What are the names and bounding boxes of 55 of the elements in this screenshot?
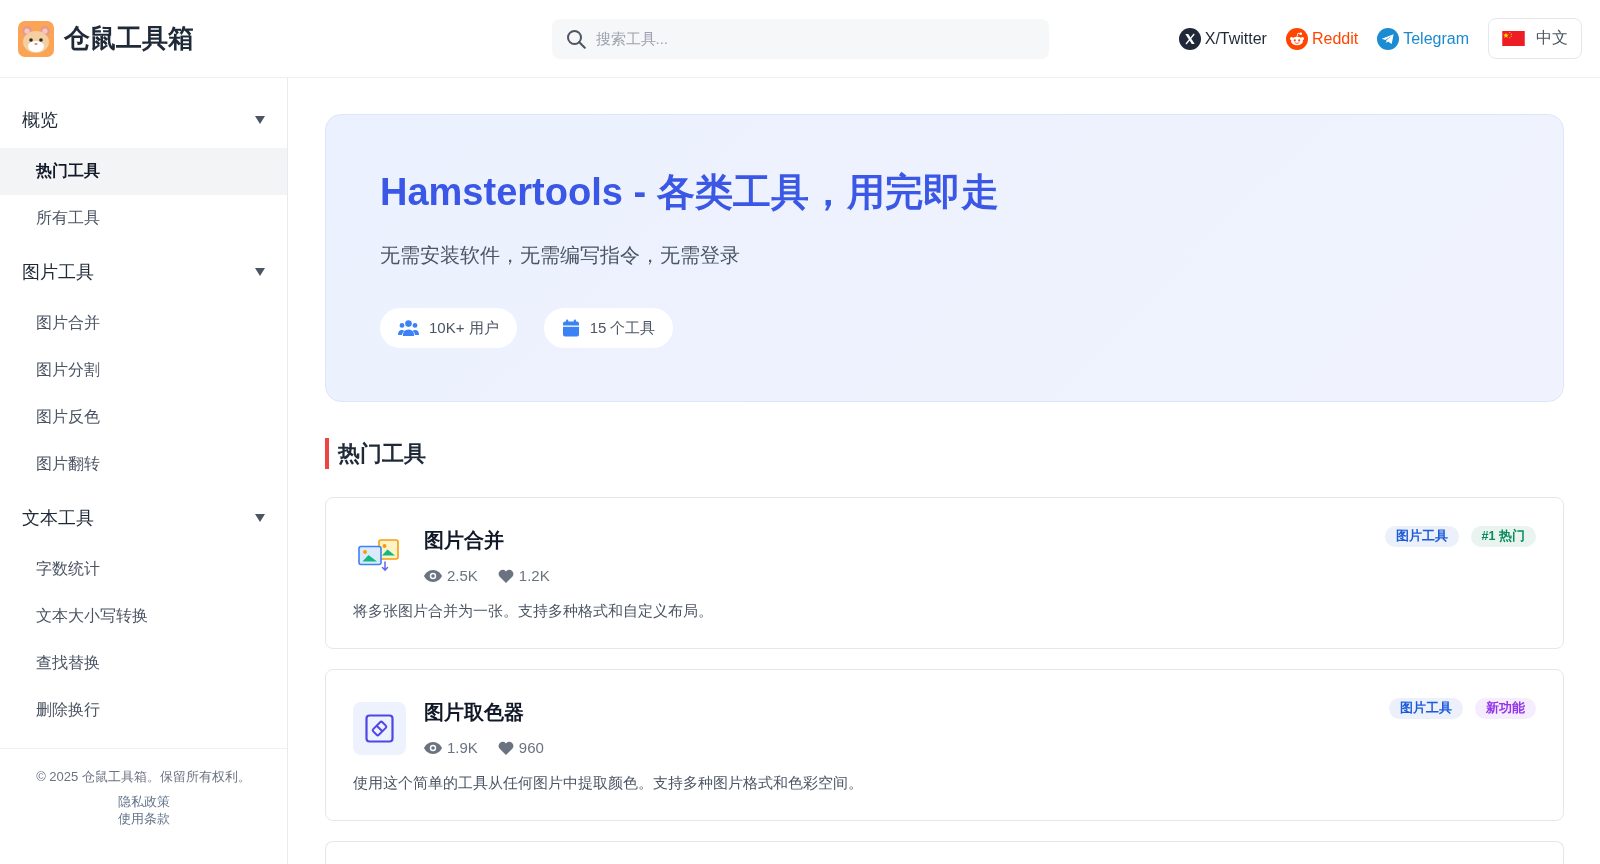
copyright-text: © 2025 仓鼠工具箱。保留所有权利。 [36, 768, 251, 786]
heart-icon [497, 741, 514, 755]
diamond-in-square-icon [353, 701, 406, 755]
sidebar-group-header[interactable]: 图片工具 [0, 248, 287, 296]
stat-label: 15 个工具 [589, 318, 656, 338]
sidebar-item[interactable]: 文本大小写转换 [0, 593, 287, 640]
search-icon [565, 28, 586, 49]
tool-title: 图片合并 [424, 528, 504, 553]
search-field[interactable]: 搜索工具... [551, 18, 1049, 59]
tool-card[interactable] [325, 841, 1564, 864]
site-title: 仓鼠工具箱 [64, 22, 194, 55]
footer-link[interactable]: 使用条款 [117, 810, 170, 827]
people-icon [398, 320, 419, 336]
social-link[interactable]: X/Twitter [1178, 27, 1267, 50]
sidebar-item[interactable]: 图片合并 [0, 300, 287, 347]
sidebar-group-header[interactable]: 文本工具 [0, 494, 287, 542]
tool-card[interactable]: 图片合并 2.5K 1.2K 图片工具 #1 热门 将多张图片合并为一张。支持多种格式和自定义布局。 [325, 497, 1564, 649]
hamster-logo-icon [18, 20, 54, 57]
sidebar-item[interactable]: 图片反色 [0, 394, 287, 441]
footer-link[interactable]: 隐私政策 [117, 793, 170, 810]
view-count: 2.5K [447, 566, 478, 586]
sidebar-item[interactable]: 删除换行 [0, 687, 287, 734]
hero-title: Hamstertools - 各类工具，用完即走 [380, 170, 999, 215]
view-count: 1.9K [447, 738, 478, 758]
hero-subtitle: 无需安装软件，无需编写指令，无需登录 [380, 243, 740, 268]
heart-icon [497, 569, 514, 583]
tool-title: 图片取色器 [424, 700, 524, 725]
pictures-arrow-icon [357, 539, 402, 573]
eye-icon [424, 570, 442, 582]
tool-tag: 图片工具 [1384, 526, 1459, 547]
section-title: 热门工具 [325, 438, 426, 469]
flag-icon [1502, 31, 1525, 46]
tool-tag: 图片工具 [1389, 698, 1463, 719]
x-icon [1178, 27, 1201, 50]
sidebar-item[interactable]: 图片分割 [0, 347, 287, 394]
tool-tag: #1 热门 [1470, 526, 1536, 547]
language-button[interactable]: 中文 [1488, 18, 1582, 59]
like-count: 1.2K [518, 566, 550, 586]
tool-description: 将多张图片合并为一张。支持多种格式和自定义布局。 [353, 601, 713, 621]
calendar-icon [561, 319, 580, 337]
tool-description: 使用这个简单的工具从任何图片中提取颜色。支持多种图片格式和色彩空间。 [353, 773, 863, 793]
stat-label: 10K+ 用户 [429, 318, 499, 338]
like-count: 960 [518, 738, 544, 758]
sidebar-item[interactable]: 图片翻转 [0, 441, 287, 488]
sidebar-item[interactable]: 查找替换 [0, 640, 287, 687]
paper-plane-icon [1377, 27, 1400, 50]
tool-tag: 新功能 [1475, 698, 1536, 719]
social-link[interactable]: Telegram [1377, 27, 1469, 50]
eye-icon [424, 742, 442, 754]
tool-card[interactable]: 图片取色器 1.9K 960 图片工具 新功能 使用这个简单的工具从任何图片中提取颜色。支持多种图片格式和色彩空间。 [325, 669, 1564, 821]
sidebar-item[interactable]: 热门工具 [0, 148, 287, 195]
sidebar-item[interactable]: 字数统计 [0, 546, 287, 593]
sidebar-group-header[interactable]: 概览 [0, 96, 287, 144]
sidebar-item[interactable]: 所有工具 [0, 195, 287, 242]
reddit-icon [1285, 27, 1308, 50]
